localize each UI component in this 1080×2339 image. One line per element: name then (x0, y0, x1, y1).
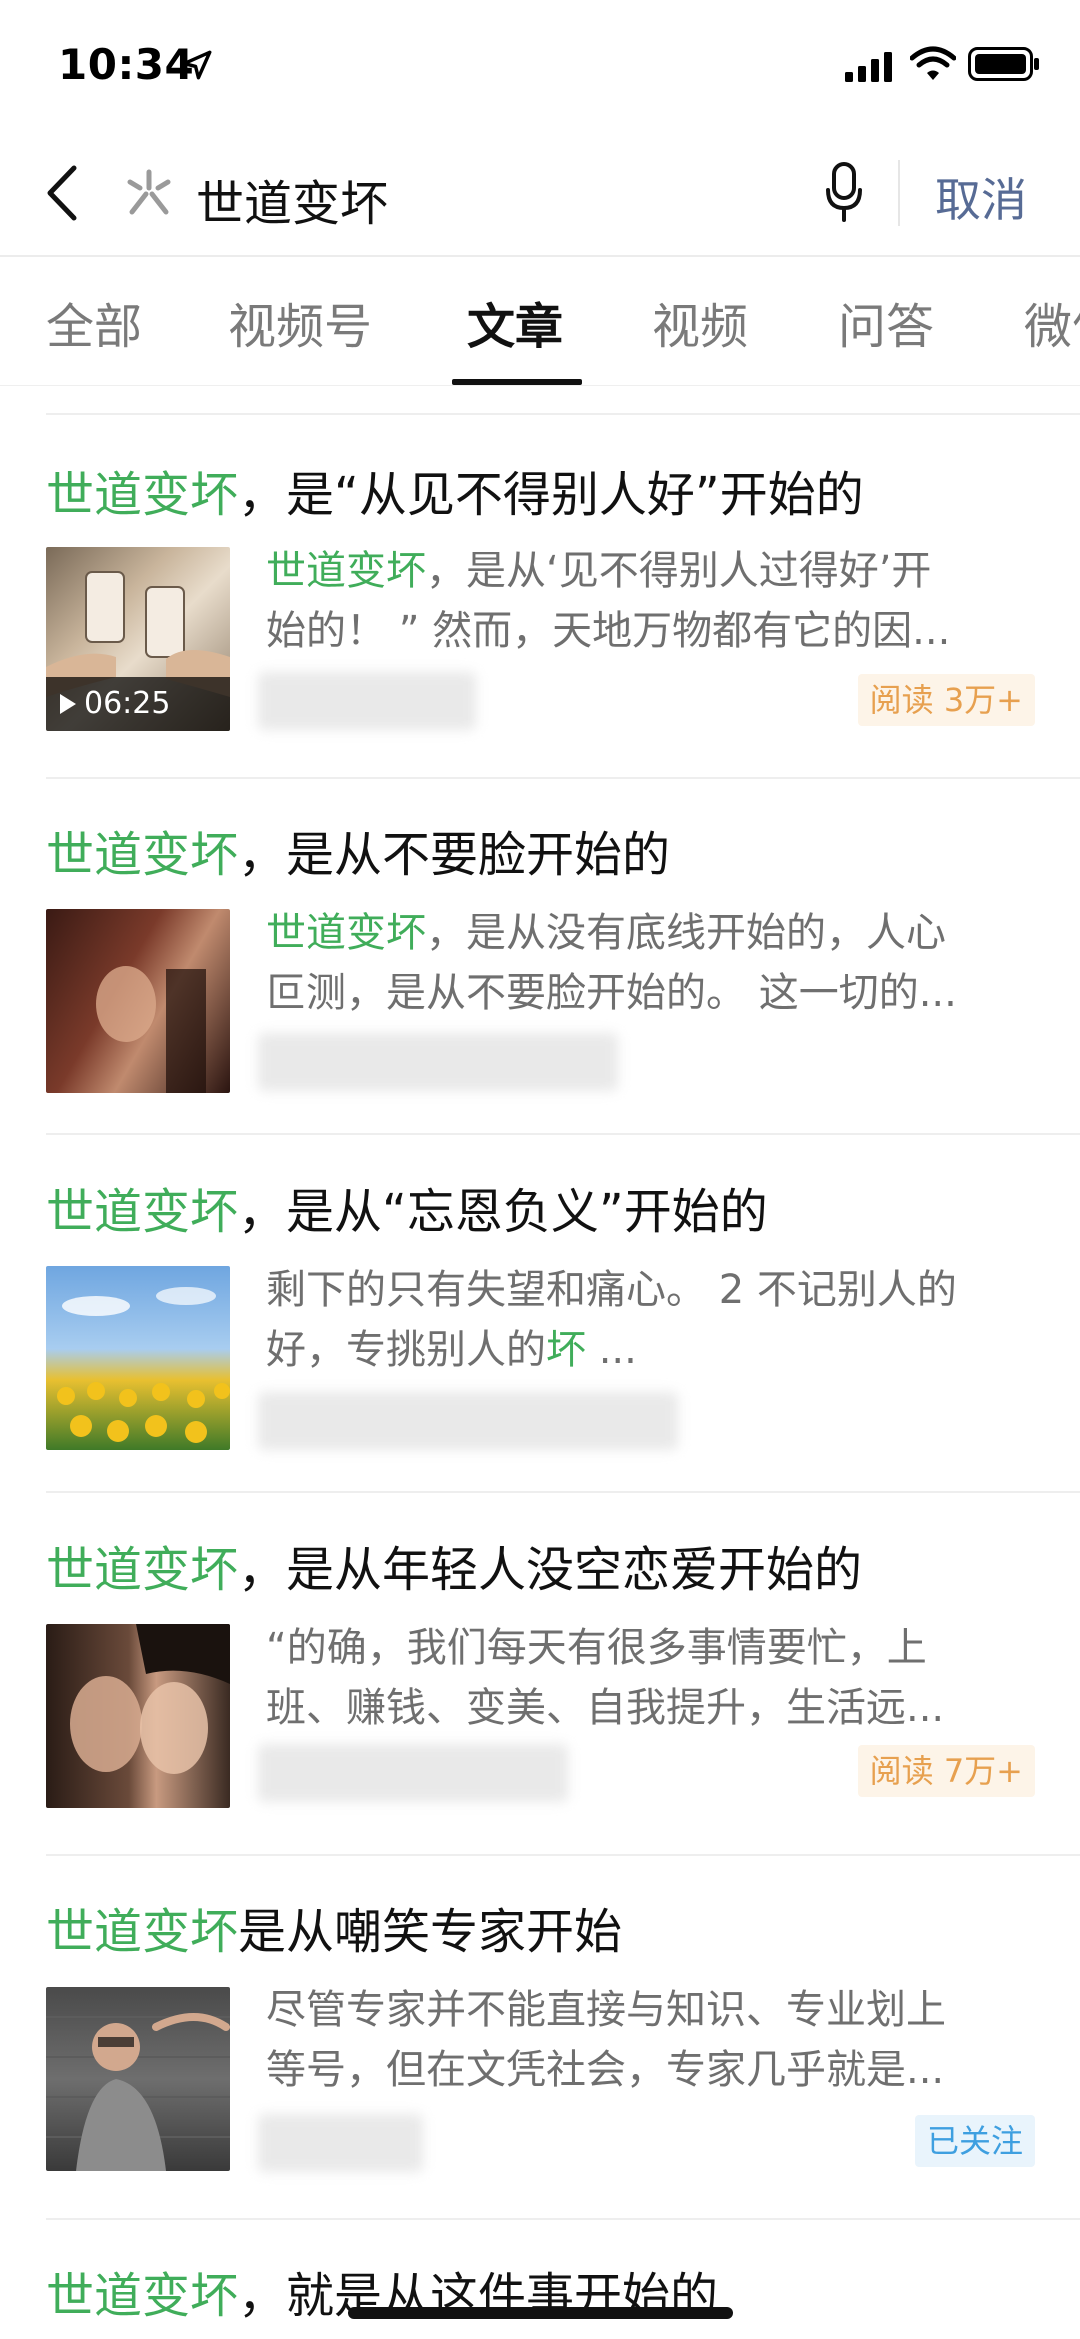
result-snippet: 尽管专家并不能直接与知识、专业划上 等号，但在文凭社会，专家几乎就是... (266, 1987, 946, 2093)
tabs-divider (0, 385, 1080, 386)
tab-wechat[interactable]: 微信 (1024, 287, 1080, 357)
result-title[interactable]: 世道变坏，是“从见不得别人好”开始的 (46, 455, 864, 525)
result-thumbnail[interactable] (46, 1266, 230, 1450)
source-account-blurred (258, 1033, 618, 1091)
result-item[interactable]: 世道变坏，是“从见不得别人好”开始的 06:25 世道变坏，是从‘见不得别人过得… (0, 455, 1080, 775)
result-snippet: 世道变坏，是从‘见不得别人过得好’开 始的！ ” 然而，天地万物都有它的因... (266, 548, 951, 654)
result-title[interactable]: 世道变坏是从嘲笑专家开始 (46, 1892, 622, 1962)
video-duration: 06:25 (46, 677, 230, 731)
man-portrait-image (46, 2013, 230, 2171)
search-input[interactable]: 世道变坏 (196, 164, 388, 234)
followed-badge: 已关注 (914, 2115, 1035, 2167)
result-snippet: 剩下的只有失望和痛心。 2 不记别人的 好，专挑别人的坏 ... (266, 1267, 957, 1373)
result-item[interactable]: 世道变坏，就是从这件事开始的 (0, 2256, 1080, 2339)
result-item[interactable]: 世道变坏，是从年轻人没空恋爱开始的 “的确，我们每天有很多事情要忙，上 班、赚钱… (0, 1530, 1080, 1860)
result-item[interactable]: 世道变坏，是从“忘恩负义”开始的 剩下的只有失望和痛心。 2 不记别人的 好，专… (0, 1172, 1080, 1492)
wifi-icon (910, 46, 956, 80)
location-arrow-icon (182, 50, 212, 80)
result-thumbnail[interactable] (46, 1624, 230, 1808)
result-title[interactable]: 世道变坏，是从不要脸开始的 (46, 815, 670, 885)
play-icon (60, 694, 76, 714)
result-separator (46, 1491, 1080, 1493)
result-title[interactable]: 世道变坏，是从年轻人没空恋爱开始的 (46, 1530, 862, 1600)
result-separator (46, 2218, 1080, 2220)
tab-videos[interactable]: 视频 (652, 287, 748, 357)
list-divider (46, 413, 1080, 415)
read-count-badge: 阅读 7万+ (857, 1745, 1035, 1797)
search-bar: 世道变坏 取消 (0, 130, 1080, 255)
category-tabs: 全部 视频号 文章 视频 问答 微信 (0, 257, 1080, 385)
tab-qa[interactable]: 问答 (838, 287, 934, 357)
source-account-blurred (258, 2114, 423, 2172)
result-thumbnail[interactable] (46, 1987, 230, 2171)
home-indicator[interactable] (348, 2307, 733, 2319)
couple-kiss-image (70, 1624, 230, 1774)
result-item[interactable]: 世道变坏，是从不要脸开始的 世道变坏，是从没有底线开始的，人心 叵测，是从不要脸… (0, 815, 1080, 1135)
cellular-signal-icon (845, 52, 892, 82)
result-snippet: 世道变坏，是从没有底线开始的，人心 叵测，是从不要脸开始的。 这一切的... (266, 910, 957, 1016)
result-separator (46, 1133, 1080, 1135)
cancel-button[interactable]: 取消 (935, 164, 1027, 230)
tab-articles[interactable]: 文章 (467, 287, 563, 357)
search-divider (898, 160, 900, 226)
result-thumbnail[interactable] (46, 909, 230, 1093)
video-thumbnail[interactable]: 06:25 (46, 547, 230, 731)
tab-all[interactable]: 全部 (46, 287, 142, 357)
tab-channels[interactable]: 视频号 (228, 287, 372, 357)
sunflower-field-image (57, 1287, 230, 1443)
microphone-icon[interactable] (824, 160, 864, 224)
result-title[interactable]: 世道变坏，是从“忘恩负义”开始的 (46, 1172, 768, 1242)
battery-icon (968, 47, 1039, 81)
result-item[interactable]: 世道变坏是从嘲笑专家开始 尽管专家并不能直接与知识、专业划上 等号，但在文凭社会… (0, 1892, 1080, 2222)
result-separator (46, 1854, 1080, 1856)
search-logo-icon (127, 169, 171, 215)
read-count-badge: 阅读 3万+ (857, 674, 1035, 726)
source-account-blurred (258, 672, 476, 730)
status-bar: 10:34 (0, 0, 1080, 130)
result-snippet: “的确，我们每天有很多事情要忙，上 班、赚钱、变美、自我提升，生活远... (266, 1625, 945, 1731)
source-account-blurred (258, 1744, 568, 1802)
source-account-blurred (258, 1392, 678, 1450)
back-chevron-icon[interactable] (38, 160, 88, 226)
result-separator (46, 777, 1080, 779)
couple-photo-image (96, 966, 206, 1093)
status-time: 10:34 (58, 40, 195, 89)
